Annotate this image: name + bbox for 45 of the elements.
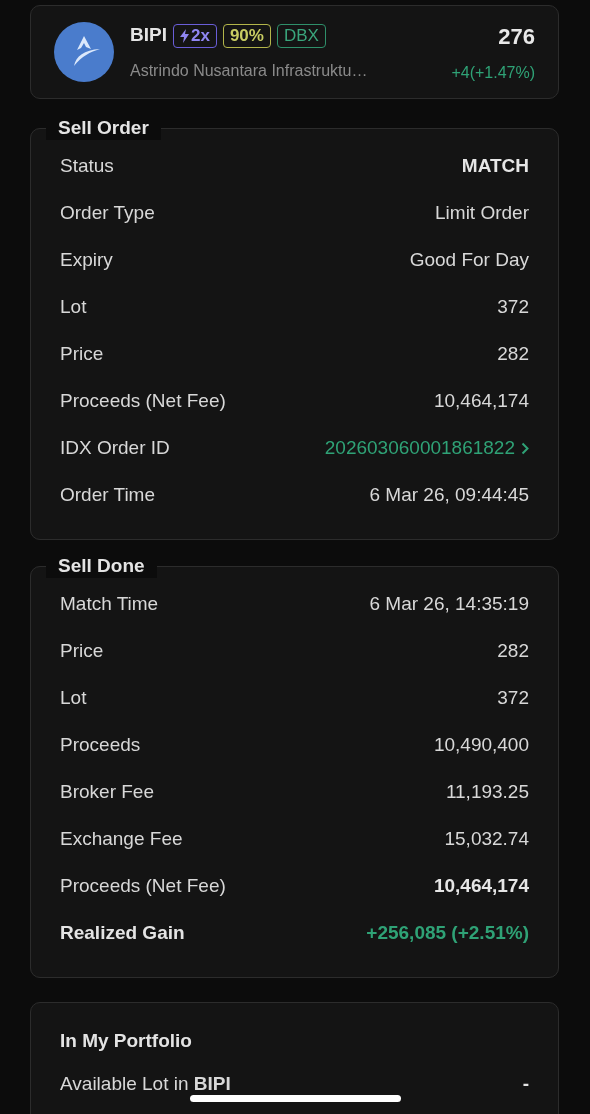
company-name: Astrindo Nusantara Infrastruktu… <box>130 60 369 81</box>
ticker: BIPI <box>130 23 167 48</box>
field-value: 372 <box>497 295 529 320</box>
field-value: 10,490,400 <box>433 733 529 758</box>
chevron-right-icon <box>521 442 529 455</box>
lightning-icon <box>179 28 189 43</box>
field-label: Available Lot in BIPI <box>60 1072 231 1097</box>
field-value: +256,085 (+2.51%) <box>366 921 529 946</box>
price-change: +4(+1.47%) <box>451 62 535 83</box>
field-value: 10,464,174 <box>433 874 529 899</box>
field-label: Proceeds (Net Fee) <box>60 874 226 899</box>
field-label: Lot <box>60 295 87 320</box>
field-label: Match Time <box>60 592 159 617</box>
field-value: 282 <box>497 342 529 367</box>
field-value: Good For Day <box>409 248 529 273</box>
field-value: 11,193.25 <box>445 780 529 805</box>
field-label: Lot <box>60 686 87 711</box>
price: 276 <box>498 22 535 51</box>
field-value: MATCH <box>461 154 529 179</box>
order-id-link[interactable]: 202603060001861822 <box>324 434 529 463</box>
field-label: Order Type <box>60 201 155 226</box>
field-value: Limit Order <box>435 201 529 226</box>
section-title: In My Portfolio <box>60 1029 193 1051</box>
field-label: Exchange Fee <box>60 827 183 852</box>
badge: DBX <box>276 23 326 48</box>
field-label: IDX Order ID <box>60 436 170 461</box>
logo-icon <box>54 22 114 82</box>
field-value: 282 <box>497 639 529 664</box>
field-value: 6 Mar 26, 09:44:45 <box>369 483 529 508</box>
field-label: Broker Fee <box>60 780 154 805</box>
field-label: Order Time <box>60 483 156 508</box>
field-label: Status <box>60 154 114 179</box>
field-value: 372 <box>497 686 529 711</box>
field-value: 10,464,174 <box>433 389 529 414</box>
field-value: - <box>522 1072 529 1097</box>
field-label: Realized Gain <box>60 921 185 946</box>
field-label: Proceeds <box>60 733 141 758</box>
field-value: 15,032.74 <box>444 827 529 852</box>
field-label: Expiry <box>60 248 113 273</box>
field-value: 6 Mar 26, 14:35:19 <box>369 592 529 617</box>
badge: 90% <box>222 23 271 48</box>
badge: 2x <box>172 23 217 48</box>
field-label: Price <box>60 342 104 367</box>
field-label: Price <box>60 639 104 664</box>
field-label: Proceeds (Net Fee) <box>60 389 226 414</box>
